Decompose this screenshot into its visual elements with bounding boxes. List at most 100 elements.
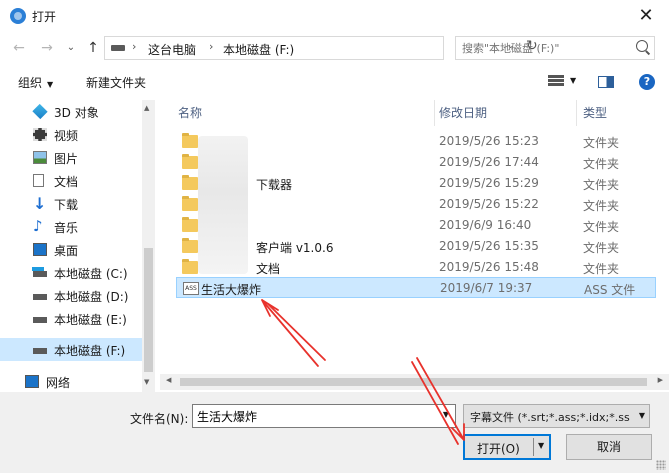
- open-button-label: 打开(O): [477, 442, 520, 456]
- file-type: 文件夹: [583, 178, 620, 192]
- resize-grip-icon[interactable]: [656, 460, 666, 470]
- search-box[interactable]: [455, 36, 655, 60]
- search-input[interactable]: [462, 40, 627, 56]
- drive-icon: [33, 294, 47, 300]
- drive-icon: [111, 45, 125, 51]
- forward-button[interactable]: →: [36, 38, 58, 58]
- dialog-footer: 文件名(N): ▼ 字幕文件 (*.srt;*.ass;*.idx;*.ss ▼…: [0, 392, 669, 473]
- sidebar-item-drive-d[interactable]: 本地磁盘 (D:): [0, 284, 142, 307]
- column-header-date[interactable]: 修改日期: [439, 104, 487, 121]
- file-type-filter-value: 字幕文件 (*.srt;*.ass;*.idx;*.ss: [470, 411, 630, 424]
- sidebar-item-label: 本地磁盘 (C:): [54, 267, 128, 281]
- view-options-icon[interactable]: [546, 74, 566, 90]
- breadcrumb-local-disk-f[interactable]: 本地磁盘 (F:): [223, 41, 294, 58]
- help-icon[interactable]: ?: [639, 74, 655, 90]
- sidebar-item-network[interactable]: 网络: [0, 370, 142, 392]
- file-name: 下载器: [256, 178, 293, 192]
- sidebar-item-pictures[interactable]: 图片: [0, 146, 142, 169]
- file-date: 2019/6/7 19:37: [440, 281, 533, 295]
- chevron-down-icon[interactable]: ▼: [538, 441, 544, 450]
- video-icon: [33, 128, 47, 141]
- file-type-filter[interactable]: 字幕文件 (*.srt;*.ass;*.idx;*.ss ▼: [463, 404, 650, 428]
- scroll-down-icon[interactable]: ▼: [144, 378, 149, 386]
- file-date: 2019/5/26 15:29: [439, 176, 539, 190]
- file-type: 文件夹: [583, 199, 620, 213]
- filename-input[interactable]: [197, 408, 427, 424]
- redacted-area: [198, 136, 248, 274]
- sidebar-item-3d-objects[interactable]: 3D 对象: [0, 100, 142, 123]
- organize-button[interactable]: 组织 ▼: [18, 74, 53, 91]
- file-row[interactable]: 下载器 2019/5/26 15:29 文件夹: [176, 173, 656, 194]
- file-row[interactable]: 2019/6/9 16:40 文件夹: [176, 215, 656, 236]
- sidebar-item-label: 本地磁盘 (D:): [54, 290, 129, 304]
- 3d-objects-icon: [32, 103, 48, 120]
- horizontal-scroll-thumb[interactable]: [180, 378, 647, 386]
- recent-locations-button[interactable]: ⌄: [60, 38, 82, 58]
- file-name: 生活大爆炸: [201, 283, 262, 297]
- up-button[interactable]: ↑: [82, 38, 104, 58]
- window-title: 打开: [32, 10, 57, 24]
- sidebar-item-drive-c[interactable]: 本地磁盘 (C:): [0, 261, 142, 284]
- title-bar: 打开 ✕: [0, 0, 669, 32]
- sidebar-item-label: 本地磁盘 (F:): [54, 344, 126, 358]
- column-header-name[interactable]: 名称: [178, 104, 202, 121]
- folder-icon: [182, 217, 198, 232]
- music-icon: ♪: [33, 217, 43, 235]
- file-row-selected[interactable]: ASS 生活大爆炸 2019/6/7 19:37 ASS 文件: [176, 277, 656, 298]
- drive-icon: [33, 317, 47, 323]
- app-icon: [10, 8, 26, 24]
- sidebar-item-documents[interactable]: 文档: [0, 169, 142, 192]
- file-type: 文件夹: [583, 157, 620, 171]
- file-date: 2019/5/26 15:22: [439, 197, 539, 211]
- command-toolbar: 组织 ▼ 新建文件夹 ▼ ?: [0, 64, 669, 100]
- folder-icon: [182, 196, 198, 211]
- sidebar-scroll-thumb[interactable]: [144, 248, 153, 372]
- sidebar-item-downloads[interactable]: ↓ 下载: [0, 192, 142, 215]
- file-row[interactable]: 2019/5/26 17:44 文件夹: [176, 152, 656, 173]
- file-date: 2019/5/26 15:48: [439, 260, 539, 274]
- search-icon[interactable]: [636, 40, 648, 52]
- breadcrumb-this-pc[interactable]: 这台电脑: [148, 41, 196, 58]
- sidebar-item-drive-f[interactable]: 本地磁盘 (F:): [0, 338, 142, 361]
- preview-pane-icon[interactable]: [598, 76, 614, 88]
- sidebar-item-label: 网络: [46, 376, 71, 390]
- column-divider[interactable]: [576, 100, 577, 126]
- system-drive-icon: [33, 271, 47, 277]
- back-button[interactable]: ←: [8, 38, 30, 58]
- file-row[interactable]: 客户端 v1.0.6 2019/5/26 15:35 文件夹: [176, 236, 656, 257]
- organize-label: 组织: [18, 76, 43, 90]
- file-row[interactable]: 2019/5/26 15:22 文件夹: [176, 194, 656, 215]
- file-row[interactable]: 文档 2019/5/26 15:48 文件夹: [176, 257, 656, 278]
- sidebar-item-desktop[interactable]: 桌面: [0, 238, 142, 261]
- file-type: 文件夹: [583, 220, 620, 234]
- view-dropdown-icon[interactable]: ▼: [570, 76, 576, 85]
- split-divider: [533, 438, 534, 456]
- close-button[interactable]: ✕: [623, 0, 669, 32]
- cancel-button[interactable]: 取消: [566, 434, 652, 460]
- file-type: 文件夹: [583, 241, 620, 255]
- filename-label: 文件名(N):: [130, 412, 189, 426]
- address-bar[interactable]: › 这台电脑 › 本地磁盘 (F:) ⌄ ↻: [104, 36, 538, 60]
- sidebar-item-label: 文档: [54, 175, 79, 189]
- column-header-type[interactable]: 类型: [583, 104, 607, 121]
- pictures-icon: [33, 151, 47, 164]
- sidebar-item-music[interactable]: ♪ 音乐: [0, 215, 142, 238]
- scroll-right-icon[interactable]: ▶: [658, 376, 663, 384]
- open-button[interactable]: 打开(O) ▼: [463, 434, 551, 460]
- scroll-up-icon[interactable]: ▲: [144, 104, 149, 112]
- sidebar-item-drive-e[interactable]: 本地磁盘 (E:): [0, 307, 142, 330]
- sidebar-item-videos[interactable]: 视频: [0, 123, 142, 146]
- file-type: ASS 文件: [584, 283, 636, 297]
- chevron-down-icon[interactable]: ▼: [638, 411, 645, 420]
- filename-combobox[interactable]: ▼: [192, 404, 456, 428]
- chevron-down-icon[interactable]: ▼: [443, 410, 449, 419]
- folder-icon: [182, 133, 198, 148]
- downloads-icon: ↓: [33, 194, 47, 213]
- scroll-left-icon[interactable]: ◀: [166, 376, 171, 384]
- new-folder-button[interactable]: 新建文件夹: [86, 74, 146, 91]
- file-date: 2019/5/26 15:23: [439, 134, 539, 148]
- column-divider[interactable]: [434, 100, 435, 126]
- folder-icon: [182, 259, 198, 274]
- horizontal-scrollbar[interactable]: ◀ ▶: [160, 374, 669, 390]
- file-row[interactable]: ppt 2019/5/26 15:23 文件夹: [176, 131, 656, 152]
